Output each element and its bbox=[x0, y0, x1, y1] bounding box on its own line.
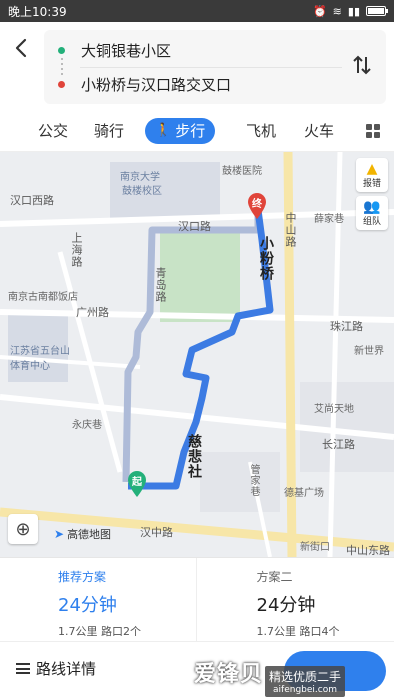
status-icons: ⏰ ≋ ▮▮ bbox=[312, 4, 388, 18]
team-icon: 👥 bbox=[363, 198, 381, 215]
plan-detail: 1.7公里 路口4个 bbox=[256, 625, 340, 638]
tab-walk-label: 步行 bbox=[175, 122, 206, 140]
locate-icon[interactable]: ⊕ bbox=[8, 514, 38, 544]
watermark: 爱锋贝 精选优质二手 aifengbei.com bbox=[194, 656, 346, 697]
label-zhongshan-east: 中山东路 bbox=[346, 544, 390, 557]
route-detail-button[interactable]: 路线详情 bbox=[16, 658, 96, 679]
label-hankou-rd: 汉口路 bbox=[178, 220, 211, 233]
wifi-icon: ≋ bbox=[332, 4, 342, 18]
origin-dot bbox=[58, 46, 65, 54]
destination-dot bbox=[58, 80, 65, 88]
amap-arrow-icon: ➤ bbox=[54, 527, 65, 541]
end-pin: 终 bbox=[246, 192, 268, 220]
team-button[interactable]: 👥 组队 bbox=[356, 196, 388, 230]
route-plans: 推荐方案 24分钟 1.7公里 路口2个 方案二 24分钟 1.7公里 路口4个 bbox=[0, 557, 394, 641]
amap-logo-text: 高德地图 bbox=[67, 528, 112, 541]
label-cibeishe: 慈悲社 bbox=[186, 434, 202, 479]
report-button[interactable]: ▲ 报错 bbox=[356, 158, 388, 192]
team-label: 组队 bbox=[362, 216, 381, 227]
destination-text: 小粉桥与汉口路交叉口 bbox=[81, 75, 232, 94]
plan-time: 24分钟 bbox=[256, 595, 316, 616]
label-gulou-hospital: 鼓楼医院 bbox=[222, 166, 262, 177]
label-shanghai-rd: 上海路 bbox=[70, 232, 83, 268]
label-nju-campus: 鼓楼校区 bbox=[122, 186, 162, 197]
map-tools: ▲ 报错 👥 组队 bbox=[356, 158, 388, 230]
label-guanjia: 管家巷 bbox=[248, 464, 259, 497]
map-view[interactable]: 南京大学 鼓楼校区 鼓楼医院 汉口西路 汉口路 中山路 薛家巷 上海路 青岛路 … bbox=[0, 152, 394, 557]
label-changjiang: 长江路 bbox=[322, 438, 355, 451]
plan-two[interactable]: 方案二 24分钟 1.7公里 路口4个 bbox=[195, 558, 394, 641]
grid-icon[interactable] bbox=[366, 124, 380, 138]
tab-walk[interactable]: 🚶 步行 bbox=[145, 117, 216, 144]
route-header: 大铜银巷小区 小粉桥与汉口路交叉口 bbox=[0, 22, 394, 110]
bottom-bar: 路线详情 爱锋贝 精选优质二手 aifengbei.com bbox=[0, 641, 394, 700]
label-stadium: 江苏省五台山体育中心 bbox=[10, 346, 70, 372]
tab-plane[interactable]: 飞机 bbox=[240, 120, 282, 141]
label-hanzhong: 汉中路 bbox=[140, 526, 173, 539]
report-label: 报错 bbox=[362, 178, 381, 189]
status-bar: 晚上10:39 ⏰ ≋ ▮▮ bbox=[0, 0, 394, 22]
status-time: 晚上10:39 bbox=[8, 4, 67, 19]
tab-bus[interactable]: 公交 bbox=[32, 120, 74, 141]
label-xuejia: 薛家巷 bbox=[314, 214, 344, 225]
plan-name: 推荐方案 bbox=[58, 570, 107, 584]
label-hankou-west: 汉口西路 bbox=[10, 194, 54, 207]
transport-tabs: 公交 骑行 🚶 步行 飞机 火车 bbox=[0, 110, 394, 152]
label-qingdao: 青岛路 bbox=[154, 267, 167, 303]
label-zhujiang: 珠江路 bbox=[330, 320, 363, 333]
origin-field[interactable]: 大铜银巷小区 bbox=[58, 32, 346, 68]
alarm-icon: ⏰ bbox=[312, 4, 327, 18]
label-yongqing: 永庆巷 bbox=[72, 420, 102, 431]
destination-field[interactable]: 小粉桥与汉口路交叉口 bbox=[58, 66, 346, 102]
watermark-box: 精选优质二手 aifengbei.com bbox=[265, 666, 346, 697]
watermark-main: 爱锋贝 bbox=[194, 662, 264, 687]
warning-icon: ▲ bbox=[366, 160, 378, 177]
signal-icon: ▮▮ bbox=[347, 4, 360, 18]
label-guangzhou: 广州路 bbox=[76, 306, 109, 319]
label-aiju: 艾尚天地 bbox=[314, 404, 354, 415]
list-icon bbox=[16, 663, 30, 674]
watermark-url: aifengbei.com bbox=[273, 685, 338, 695]
label-zhongshan-a: 中山路 bbox=[284, 212, 297, 248]
label-xinjiekou: 新街口 bbox=[300, 542, 330, 553]
start-pin: 起 bbox=[126, 470, 148, 498]
back-arrow-icon[interactable] bbox=[10, 36, 34, 60]
tab-bike[interactable]: 骑行 bbox=[88, 120, 130, 141]
amap-logo: ➤ 高德地图 bbox=[54, 526, 111, 542]
watermark-sub: 精选优质二手 bbox=[269, 670, 342, 684]
route-detail-label: 路线详情 bbox=[36, 660, 97, 678]
label-xinshijie: 新世界 bbox=[354, 346, 384, 357]
walk-icon: 🚶 bbox=[155, 123, 172, 138]
start-pin-label: 起 bbox=[132, 477, 142, 488]
swap-icon[interactable] bbox=[350, 54, 374, 78]
plan-recommended[interactable]: 推荐方案 24分钟 1.7公里 路口2个 bbox=[0, 558, 196, 641]
plan-name: 方案二 bbox=[256, 570, 293, 584]
plan-time: 24分钟 bbox=[58, 595, 117, 616]
end-pin-label: 终 bbox=[252, 199, 262, 210]
route-card: 大铜银巷小区 小粉桥与汉口路交叉口 bbox=[44, 30, 386, 104]
label-nanjing-hotel: 南京古南都饭店 bbox=[8, 292, 78, 303]
label-deji: 德基广场 bbox=[284, 488, 324, 499]
battery-icon bbox=[366, 6, 388, 16]
origin-text: 大铜银巷小区 bbox=[81, 41, 172, 60]
plan-detail: 1.7公里 路口2个 bbox=[58, 625, 141, 638]
label-xiaofenqiao: 小粉桥 bbox=[258, 236, 274, 281]
tab-train[interactable]: 火车 bbox=[298, 120, 340, 141]
label-nju: 南京大学 bbox=[120, 172, 160, 183]
